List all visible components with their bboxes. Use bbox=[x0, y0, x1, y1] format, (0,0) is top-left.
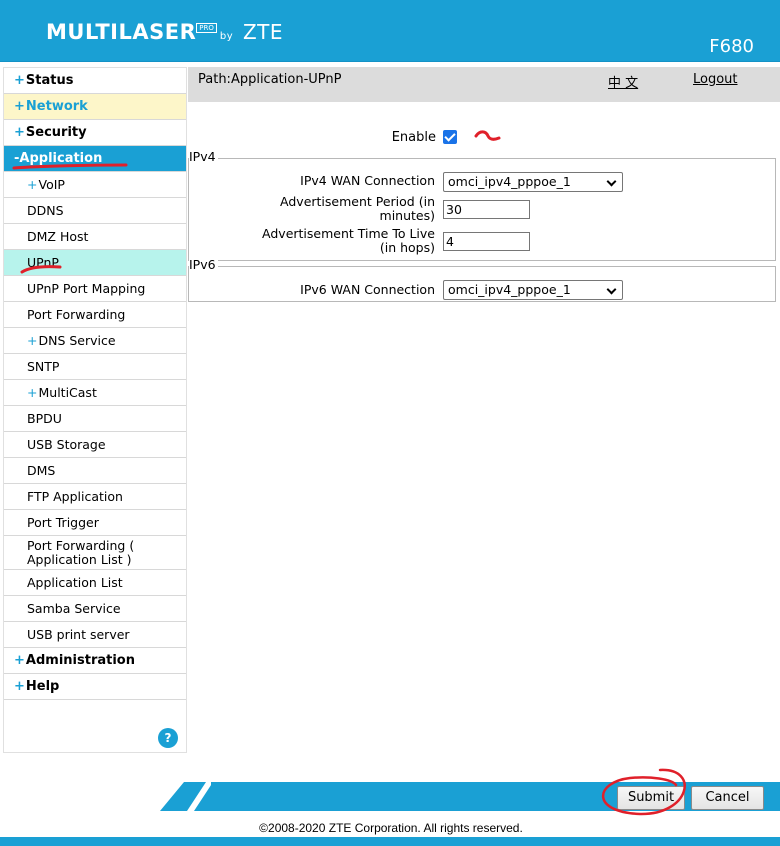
sidebar-item-label: VoIP bbox=[38, 177, 65, 192]
expand-icon: + bbox=[27, 333, 38, 348]
chevron-down-icon bbox=[606, 284, 617, 295]
adv-period-label-line2: minutes) bbox=[379, 208, 435, 223]
sidebar-item-port-forwarding[interactable]: Port Forwarding bbox=[4, 302, 186, 328]
nav-status[interactable]: + Status bbox=[4, 68, 186, 94]
adv-period-label: Advertisement Period (in minutes) bbox=[280, 195, 435, 223]
sidebar-item-label: UPnP Port Mapping bbox=[27, 281, 146, 296]
sidebar-item-application-list[interactable]: Application List bbox=[4, 570, 186, 596]
sidebar-item-label: UPnP bbox=[27, 255, 59, 270]
nav-help[interactable]: + Help bbox=[4, 674, 186, 700]
ipv4-section: IPv4 IPv4 WAN Connection omci_ipv4_pppoe… bbox=[188, 149, 776, 261]
logout-link[interactable]: Logout bbox=[693, 72, 738, 87]
adv-ttl-label-line1: Advertisement Time To Live bbox=[262, 226, 435, 241]
header-bar: MULTILASER PROby ZTE F680 bbox=[0, 0, 780, 62]
nav-label: Security bbox=[25, 125, 87, 140]
adv-ttl-label-line2: (in hops) bbox=[379, 240, 435, 255]
sidebar-item-usb-print-server[interactable]: USB print server bbox=[4, 622, 186, 648]
sidebar-item-dns-service[interactable]: + DNS Service bbox=[4, 328, 186, 354]
ipv6-wan-label: IPv6 WAN Connection bbox=[300, 282, 435, 297]
sidebar-item-label: USB print server bbox=[27, 627, 130, 642]
brand-logo: MULTILASER PROby ZTE bbox=[46, 20, 283, 44]
sidebar-item-bpdu[interactable]: BPDU bbox=[4, 406, 186, 432]
sidebar-item-label: USB Storage bbox=[27, 437, 106, 452]
footer-strip bbox=[160, 782, 780, 811]
nav-label: Help bbox=[25, 679, 60, 694]
expand-icon: + bbox=[14, 679, 25, 694]
cancel-button[interactable]: Cancel bbox=[691, 786, 764, 810]
sidebar-item-label: Samba Service bbox=[27, 601, 121, 616]
help-icon[interactable]: ? bbox=[158, 728, 178, 748]
language-link[interactable]: 中 文 bbox=[608, 72, 638, 91]
copyright-text: ©2008-2020 ZTE Corporation. All rights r… bbox=[0, 821, 780, 835]
sidebar-item-label: DDNS bbox=[27, 203, 64, 218]
nav-network[interactable]: + Network bbox=[4, 94, 186, 120]
adv-period-input[interactable]: 30 bbox=[443, 200, 530, 219]
ipv4-wan-value: omci_ipv4_pppoe_1 bbox=[448, 174, 571, 189]
copyright-label: ©2008-2020 ZTE Corporation. All rights r… bbox=[259, 821, 523, 835]
ipv4-wan-label: IPv4 WAN Connection bbox=[300, 173, 435, 188]
sidebar-item-dmz-host[interactable]: DMZ Host bbox=[4, 224, 186, 250]
brand-vendor: ZTE bbox=[242, 20, 284, 44]
enable-checkbox[interactable] bbox=[443, 130, 457, 144]
sidebar-item-label: Port Forwarding bbox=[27, 307, 126, 322]
expand-icon: + bbox=[27, 385, 38, 400]
ipv4-legend: IPv4 bbox=[189, 149, 218, 164]
bottom-bar bbox=[0, 837, 780, 846]
path-bar: Path:Application-UPnP 中 文 Logout bbox=[188, 67, 780, 102]
sidebar-item-upnp-port-mapping[interactable]: UPnP Port Mapping bbox=[4, 276, 186, 302]
brand-main: MULTILASER bbox=[46, 20, 197, 44]
sidebar-item-sntp[interactable]: SNTP bbox=[4, 354, 186, 380]
nav-label: Status bbox=[25, 73, 74, 88]
nav-administration[interactable]: + Administration bbox=[4, 648, 186, 674]
sidebar-item-label: Port Forwarding ( Application List ) bbox=[27, 537, 135, 567]
expand-icon: + bbox=[14, 99, 25, 114]
submit-button[interactable]: Submit bbox=[617, 786, 685, 810]
nav-security[interactable]: + Security bbox=[4, 120, 186, 146]
sidebar-item-label: MultiCast bbox=[38, 385, 97, 400]
chevron-down-icon bbox=[606, 176, 617, 187]
sidebar-item-label: Application List bbox=[27, 575, 123, 590]
sidebar-item-label: Port Trigger bbox=[27, 515, 99, 530]
sidebar-item-samba-service[interactable]: Samba Service bbox=[4, 596, 186, 622]
ipv4-wan-select[interactable]: omci_ipv4_pppoe_1 bbox=[443, 172, 623, 192]
expand-icon: + bbox=[14, 125, 25, 140]
sidebar-item-multicast[interactable]: + MultiCast bbox=[4, 380, 186, 406]
sidebar-item-label: DNS Service bbox=[38, 333, 116, 348]
ipv6-wan-select[interactable]: omci_ipv4_pppoe_1 bbox=[443, 280, 623, 300]
adv-ttl-label: Advertisement Time To Live (in hops) bbox=[262, 227, 435, 255]
sidebar-item-label: FTP Application bbox=[27, 489, 123, 504]
nav-application[interactable]: - Application bbox=[4, 146, 186, 172]
sidebar-item-upnp[interactable]: UPnP bbox=[4, 250, 186, 276]
sidebar-item-port-forwarding-app-list[interactable]: Port Forwarding ( Application List ) bbox=[4, 536, 186, 570]
sidebar: + Status + Network + Security - Application … bbox=[3, 67, 187, 753]
sidebar-item-voip[interactable]: + VoIP bbox=[4, 172, 186, 198]
breadcrumb: Path:Application-UPnP bbox=[198, 72, 342, 87]
enable-row: Enable bbox=[188, 126, 780, 148]
sidebar-item-usb-storage[interactable]: USB Storage bbox=[4, 432, 186, 458]
sidebar-item-label: SNTP bbox=[27, 359, 60, 374]
nav-label: Administration bbox=[25, 653, 135, 668]
sidebar-item-ddns[interactable]: DDNS bbox=[4, 198, 186, 224]
sidebar-item-dms[interactable]: DMS bbox=[4, 458, 186, 484]
sidebar-item-label: DMS bbox=[27, 463, 56, 478]
nav-label: Application bbox=[19, 151, 103, 166]
expand-icon: + bbox=[27, 177, 38, 192]
brand-by: by bbox=[219, 31, 234, 42]
sidebar-item-label: DMZ Host bbox=[27, 229, 89, 244]
expand-icon: + bbox=[14, 653, 25, 668]
brand-tm: PRO bbox=[196, 23, 217, 33]
ipv6-section: IPv6 IPv6 WAN Connection omci_ipv4_pppoe… bbox=[188, 257, 776, 302]
ipv6-wan-value: omci_ipv4_pppoe_1 bbox=[448, 282, 571, 297]
adv-ttl-input[interactable]: 4 bbox=[443, 232, 530, 251]
model-name: F680 bbox=[709, 36, 754, 57]
nav-label: Network bbox=[25, 99, 88, 114]
expand-icon: + bbox=[14, 73, 25, 88]
enable-label: Enable bbox=[391, 130, 436, 145]
ipv6-legend: IPv6 bbox=[189, 257, 218, 272]
sidebar-item-label: BPDU bbox=[27, 411, 62, 426]
sidebar-item-ftp-application[interactable]: FTP Application bbox=[4, 484, 186, 510]
sidebar-item-port-trigger[interactable]: Port Trigger bbox=[4, 510, 186, 536]
adv-period-label-line1: Advertisement Period (in bbox=[280, 194, 435, 209]
